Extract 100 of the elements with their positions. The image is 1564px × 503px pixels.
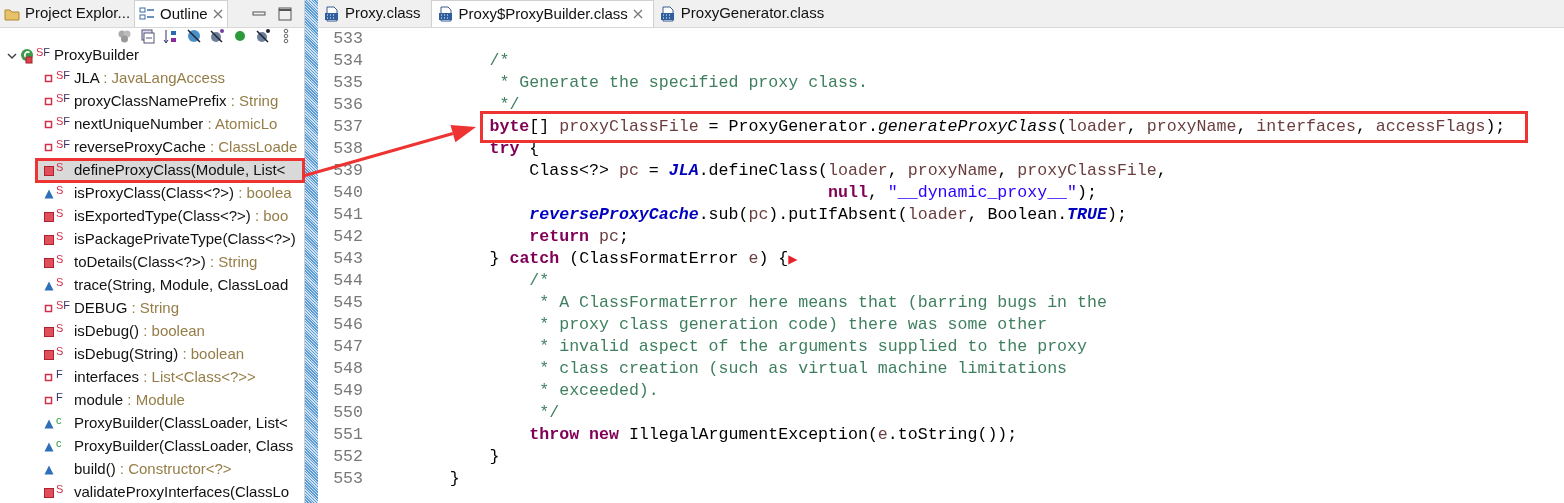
line-number: 541 <box>332 203 364 226</box>
tree-item[interactable]: SF nextUniqueNumber : AtomicLo <box>36 113 304 136</box>
panel-tab[interactable]: Outline <box>134 0 228 27</box>
square-icon <box>44 234 54 245</box>
tree-item[interactable]: S isDebug(String) : boolean <box>36 343 304 366</box>
code-line: */ <box>538 401 560 424</box>
code-line: * invalid aspect of the arguments supplied to the proxy <box>538 335 1087 358</box>
close-icon[interactable] <box>212 9 223 19</box>
tree-item[interactable]: S trace(String, Module, ClassLoad <box>36 274 304 297</box>
line-number: 545 <box>332 291 364 314</box>
tree-item[interactable]: ProxyBuilder <box>54 44 140 67</box>
hide-static-icon[interactable] <box>209 28 225 44</box>
editor-tab[interactable]: Proxy$ProxyBuilder.class <box>430 0 654 27</box>
tree-item[interactable]: F module : Module <box>36 389 304 412</box>
triangle-icon <box>44 188 54 199</box>
tree-item[interactable]: SF JLA : JavaLangAccess <box>36 67 304 90</box>
modifier-label: S <box>56 162 65 173</box>
small-square-icon <box>44 119 54 130</box>
square-icon <box>44 326 54 337</box>
code-line: null, "__dynamic_proxy__"); <box>827 181 1097 204</box>
modifier-label: F <box>56 392 64 403</box>
tree-item[interactable]: S validateProxyInterfaces(ClassLo <box>36 481 304 503</box>
class-file-icon <box>659 5 676 22</box>
tree-item[interactable]: SF reverseProxyCache : ClassLoade <box>36 136 304 159</box>
code-line: * proxy class generation code) there was some other <box>538 313 1048 336</box>
line-number: 539 <box>332 159 364 182</box>
square-icon <box>44 487 54 498</box>
tree-item[interactable]: F interfaces : List<Class<?>> <box>36 366 304 389</box>
modifier-label: c <box>56 415 63 426</box>
triangle-icon <box>44 280 54 291</box>
close-icon[interactable] <box>632 9 643 19</box>
tree-item[interactable]: build() : Constructor<?> <box>36 458 304 481</box>
modifier-label: S <box>56 346 65 357</box>
code-line: return pc; <box>528 225 629 248</box>
hide-fields-icon[interactable] <box>186 28 202 44</box>
modifier-label: S <box>56 185 65 196</box>
outline-icon <box>139 6 156 22</box>
modifier-label: S <box>56 323 65 334</box>
modifier-label: F <box>56 369 64 380</box>
tree-item[interactable]: SF proxyClassNamePrefix : String <box>36 90 304 113</box>
line-number: 550 <box>332 401 364 424</box>
sort-icon[interactable] <box>163 28 179 44</box>
triangle-icon <box>44 464 54 475</box>
line-number: 544 <box>332 269 364 292</box>
code-line: } catch (ClassFormatError e) {▶ <box>488 247 798 270</box>
line-number: 540 <box>332 181 364 204</box>
code-line: */ <box>498 93 520 116</box>
small-square-icon <box>44 142 54 153</box>
line-number: 543 <box>332 247 364 270</box>
modifier-label: S <box>56 277 65 288</box>
modifier-label: S <box>56 254 65 265</box>
line-number: 536 <box>332 93 364 116</box>
line-number: 552 <box>332 445 364 468</box>
modifier-label: SF <box>56 116 72 127</box>
class-file-icon <box>324 5 340 22</box>
modifier-label: SF <box>56 139 72 150</box>
code-line: } <box>488 445 500 468</box>
code-line: * Generate the specified proxy class. <box>498 71 868 94</box>
hide-local-icon[interactable] <box>255 28 271 44</box>
line-number: 537 <box>332 115 364 138</box>
modifier-label: SF <box>56 300 72 311</box>
tree-item[interactable]: S isDebug() : boolean <box>36 320 304 343</box>
collapse-all-icon[interactable] <box>140 28 156 44</box>
modifier-label: c <box>56 438 63 449</box>
modifier-label: S <box>56 231 65 242</box>
class-icon <box>20 47 34 64</box>
line-number: 548 <box>332 357 364 380</box>
square-icon <box>44 349 54 360</box>
tree-item[interactable]: c ProxyBuilder(ClassLoader, List< <box>36 412 304 435</box>
line-number: 535 <box>332 71 364 94</box>
tree-item[interactable]: S toDetails(Class<?>) : String <box>36 251 304 274</box>
modifier-label: S <box>56 484 65 495</box>
line-number: 538 <box>332 137 364 160</box>
modifier-label: S <box>56 208 65 219</box>
line-number: 546 <box>332 313 364 336</box>
line-number: 549 <box>332 379 364 402</box>
tree-item[interactable]: c ProxyBuilder(ClassLoader, Class <box>36 435 304 458</box>
tree-item[interactable]: S isPackagePrivateType(Class<?>) <box>36 228 304 251</box>
small-square-icon <box>44 372 54 383</box>
triangle-icon <box>44 418 54 429</box>
tree-item[interactable]: S isProxyClass(Class<?>) : boolea <box>36 182 304 205</box>
code-line: Class<?> pc = JLA.defineClass(loader, proxyName, proxyClassFile, <box>528 159 1167 182</box>
tree-item[interactable]: S isExportedType(Class<?>) : boo <box>36 205 304 228</box>
small-square-icon <box>44 96 54 107</box>
code-line: byte[] proxyClassFile = ProxyGenerator.generateProxyClass(loader, proxyName, interfaces, accessFlags); <box>488 115 1506 138</box>
code-line: reverseProxyCache.sub(pc).putIfAbsent(loader, Boolean.TRUE); <box>528 203 1127 226</box>
dot-icon[interactable] <box>232 28 248 44</box>
tree-item[interactable]: SF DEBUG : String <box>36 297 304 320</box>
line-number: 534 <box>332 49 364 72</box>
small-square-icon <box>44 73 54 84</box>
class-file-icon <box>437 6 454 22</box>
code-line: * class creation (such as virtual machine limitations <box>538 357 1068 380</box>
small-square-icon <box>44 303 54 314</box>
line-number: 551 <box>332 423 364 446</box>
tree-item[interactable]: S defineProxyClass(Module, List< <box>36 159 304 182</box>
code-line: * A ClassFormatError here means that (barring bugs in the <box>538 291 1107 314</box>
maximize-icon[interactable] <box>278 6 292 21</box>
code-line: /* <box>528 269 550 292</box>
circles-icon[interactable] <box>117 28 133 44</box>
code-line: /* <box>488 49 510 72</box>
